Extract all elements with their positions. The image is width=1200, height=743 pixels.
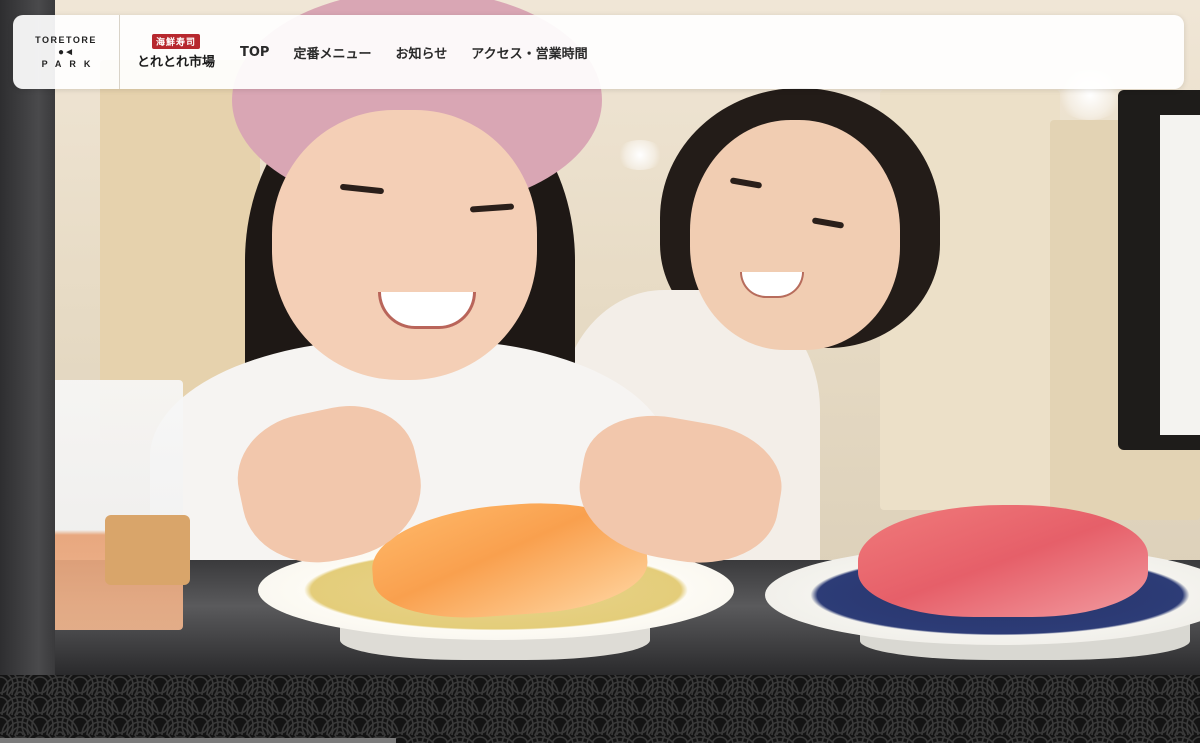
nav-link-top[interactable]: TOP: [240, 45, 269, 60]
video-progress-bar[interactable]: [0, 738, 396, 743]
tea-cup: [48, 380, 183, 630]
ceiling-light: [615, 140, 665, 170]
logo-park-line1: TORETORE: [35, 35, 97, 45]
logo-name: とれとれ市場: [136, 55, 215, 70]
main-nav: TOP 定番メニュー お知らせ アクセス・営業時間: [240, 43, 612, 62]
fish-icon: ●◄: [58, 47, 74, 58]
site-header: TORETORE ●◄ PARK 海鮮寿司 とれとれ市場 TOP 定番メニュー …: [13, 15, 1184, 89]
logo-badge: 海鮮寿司: [151, 34, 200, 49]
tuna-sushi: [858, 505, 1148, 617]
nav-link-access[interactable]: アクセス・営業時間: [471, 43, 587, 62]
hero-image: [0, 0, 1200, 675]
order-tablet-screen: [1160, 115, 1200, 435]
nav-link-menu[interactable]: 定番メニュー: [293, 43, 371, 62]
girl-face: [272, 110, 537, 380]
nav-link-news[interactable]: お知らせ: [395, 43, 447, 62]
left-pillar: [0, 0, 55, 675]
wave-pattern: [0, 675, 1200, 743]
toretore-park-logo[interactable]: TORETORE ●◄ PARK: [13, 15, 119, 89]
mother-face: [690, 120, 900, 350]
logo-park-line2: PARK: [41, 59, 99, 69]
wooden-box: [105, 515, 190, 585]
toretore-ichiba-logo[interactable]: 海鮮寿司 とれとれ市場: [120, 15, 232, 89]
wave-pattern-band: [0, 675, 1200, 743]
